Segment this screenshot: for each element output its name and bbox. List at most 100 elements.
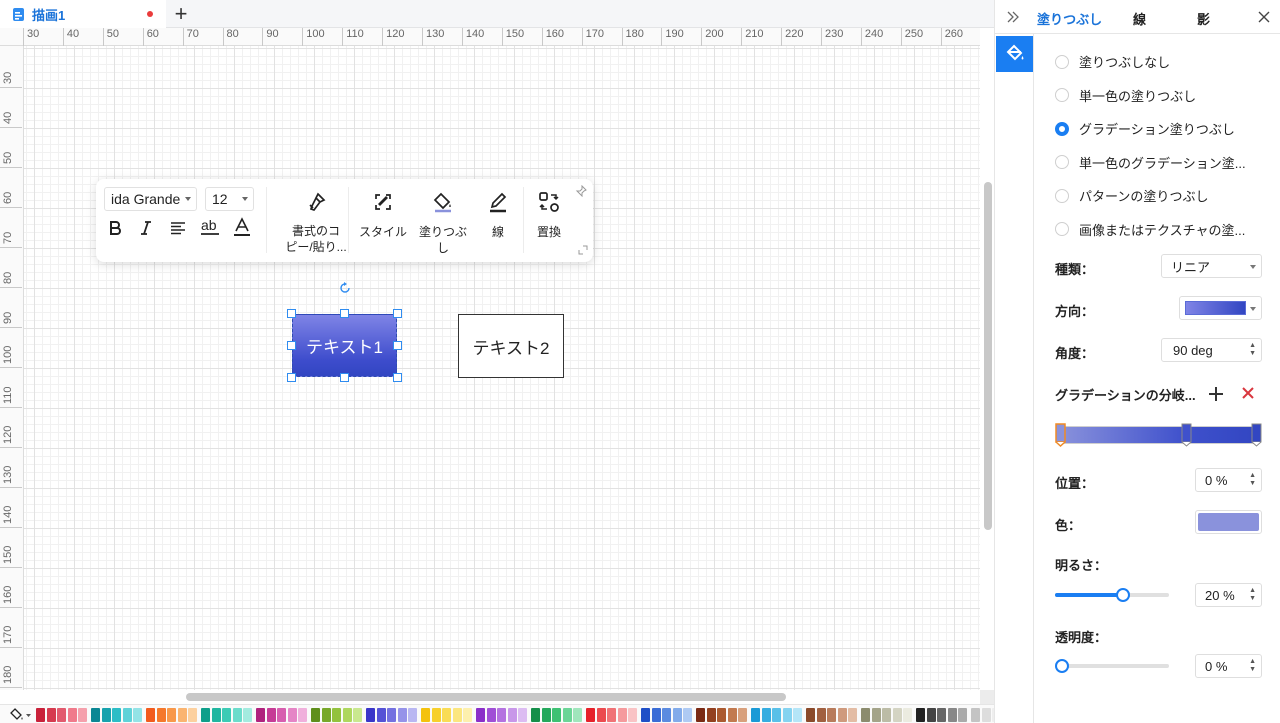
font-family-select[interactable]: ida Grande [104, 187, 197, 211]
strikethrough-button[interactable]: ab [198, 215, 222, 239]
color-swatch[interactable] [201, 708, 210, 722]
color-swatch[interactable] [861, 708, 870, 722]
color-swatch[interactable] [397, 708, 407, 722]
color-swatch[interactable] [321, 708, 331, 722]
color-swatch[interactable] [793, 708, 802, 722]
resize-handle-se[interactable] [393, 373, 402, 382]
color-swatch[interactable] [672, 708, 682, 722]
opacity-slider[interactable] [1055, 659, 1169, 673]
fill-option-0[interactable]: 塗りつぶしなし [1055, 52, 1170, 71]
resize-handle-ne[interactable] [393, 309, 402, 318]
color-swatch[interactable] [531, 708, 540, 722]
color-swatch[interactable] [46, 708, 56, 722]
fill-option-2[interactable]: グラデーション塗りつぶし [1055, 119, 1235, 138]
style-button[interactable]: スタイル [358, 189, 408, 240]
color-swatch[interactable] [683, 708, 692, 722]
color-swatch[interactable] [892, 708, 902, 722]
color-swatch[interactable] [562, 708, 572, 722]
color-swatch[interactable] [452, 708, 462, 722]
color-swatch[interactable] [641, 708, 650, 722]
font-size-select[interactable]: 12 [205, 187, 254, 211]
color-swatch[interactable] [816, 708, 826, 722]
color-swatch[interactable] [167, 708, 176, 722]
color-swatch[interactable] [177, 708, 187, 722]
color-swatch[interactable] [806, 708, 815, 722]
stop-position-input[interactable]: 0 % ▲ ▼ [1195, 468, 1262, 492]
color-swatch[interactable] [431, 708, 441, 722]
color-swatch[interactable] [366, 708, 375, 722]
color-swatch[interactable] [971, 708, 980, 722]
color-swatch[interactable] [727, 708, 737, 722]
add-tab-button[interactable]: + [170, 3, 192, 25]
align-button[interactable] [166, 216, 190, 240]
tab-line[interactable]: 線 [1133, 9, 1146, 28]
gradient-angle-input[interactable]: 90 deg ▲ ▼ [1161, 338, 1262, 362]
color-swatch[interactable] [332, 708, 341, 722]
fill-option-5[interactable]: 画像またはテクスチャの塗... [1055, 220, 1245, 239]
color-swatch[interactable] [628, 708, 637, 722]
color-swatch[interactable] [782, 708, 792, 722]
color-swatch[interactable] [848, 708, 857, 722]
color-swatch[interactable] [751, 708, 760, 722]
format-painter-button[interactable]: 書式のコ ピー/貼り... [274, 189, 358, 255]
color-swatch[interactable] [243, 708, 252, 722]
color-swatch[interactable] [387, 708, 396, 722]
color-swatch[interactable] [706, 708, 716, 722]
color-swatch[interactable] [552, 708, 561, 722]
bold-button[interactable] [103, 216, 127, 240]
color-swatch[interactable] [408, 708, 417, 722]
color-swatch[interactable] [222, 708, 231, 722]
color-swatch[interactable] [607, 708, 616, 722]
color-swatch[interactable] [376, 708, 386, 722]
color-swatch[interactable] [827, 708, 836, 722]
color-swatch[interactable] [57, 708, 66, 722]
color-swatch[interactable] [717, 708, 726, 722]
gradient-type-select[interactable]: リニア [1161, 254, 1262, 278]
color-swatch[interactable] [541, 708, 551, 722]
replace-button[interactable]: 置換 [534, 189, 564, 240]
color-swatch[interactable] [232, 708, 242, 722]
color-swatch[interactable] [486, 708, 496, 722]
color-swatch[interactable] [926, 708, 936, 722]
color-swatch[interactable] [298, 708, 307, 722]
stepper-arrows-icon[interactable]: ▲ ▼ [1249, 658, 1256, 674]
gradient-stops-bar[interactable] [1058, 426, 1258, 444]
gradient-direction-select[interactable] [1179, 296, 1262, 320]
tab-fill[interactable]: 塗りつぶし [1037, 9, 1102, 28]
color-swatch[interactable] [342, 708, 352, 722]
brightness-slider[interactable] [1055, 588, 1169, 602]
paint-bucket-icon[interactable] [10, 708, 32, 722]
color-swatch[interactable] [617, 708, 627, 722]
italic-button[interactable] [134, 216, 158, 240]
color-swatch[interactable] [146, 708, 155, 722]
rail-fill-button[interactable] [996, 36, 1033, 72]
double-chevron-right-icon[interactable] [1005, 9, 1021, 25]
horizontal-scrollbar[interactable] [186, 693, 786, 701]
tab-shadow[interactable]: 影 [1197, 9, 1210, 28]
color-swatch[interactable] [981, 708, 991, 722]
close-icon[interactable] [1256, 9, 1272, 25]
color-swatch[interactable] [871, 708, 881, 722]
color-swatch[interactable] [507, 708, 517, 722]
color-swatch[interactable] [311, 708, 320, 722]
resize-handle-n[interactable] [340, 309, 349, 318]
shape-text-2[interactable]: テキスト2 [458, 314, 564, 378]
radio-button[interactable] [1055, 222, 1069, 236]
color-swatch[interactable] [662, 708, 671, 722]
gradient-stop-marker[interactable] [1251, 423, 1262, 447]
color-swatch[interactable] [133, 708, 142, 722]
color-swatch[interactable] [476, 708, 485, 722]
color-swatch[interactable] [463, 708, 472, 722]
vertical-scrollbar[interactable] [984, 182, 992, 530]
color-swatch[interactable] [353, 708, 362, 722]
fill-option-1[interactable]: 単一色の塗りつぶし [1055, 86, 1196, 105]
gradient-stop-marker[interactable] [1181, 423, 1192, 447]
opacity-slider-thumb[interactable] [1055, 659, 1069, 673]
opacity-input[interactable]: 0 % ▲ ▼ [1195, 654, 1262, 678]
color-swatch[interactable] [937, 708, 946, 722]
resize-handle-e[interactable] [393, 341, 402, 350]
add-stop-icon[interactable] [1207, 385, 1225, 403]
stepper-arrows-icon[interactable]: ▲ ▼ [1249, 342, 1256, 358]
color-swatch[interactable] [67, 708, 77, 722]
fill-option-4[interactable]: パターンの塗りつぶし [1055, 186, 1208, 205]
